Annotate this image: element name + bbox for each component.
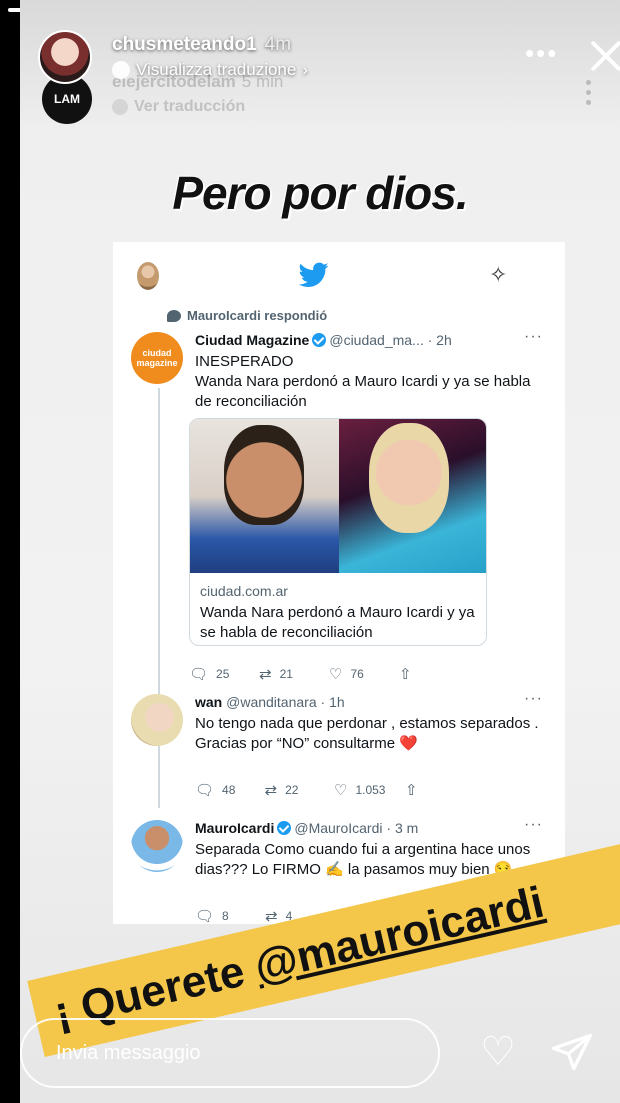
- tweet-actions: 🗨 48 ⇄ 22 ♡ 1.053 ⇧: [195, 782, 418, 799]
- story-caption: Pero por dios.: [172, 167, 468, 219]
- link-preview-card: ciudad.com.ar Wanda Nara perdonó a Mauro…: [189, 418, 487, 646]
- tweet-actions: 🗨 25 ⇄ 21 ♡ 76 ⇧: [189, 666, 412, 683]
- heart-icon: ♡: [329, 666, 343, 683]
- retweet-icon: ⇄: [264, 782, 278, 799]
- sparkle-icon: ✧: [489, 262, 508, 287]
- tweet-wanditanara: wan @wanditanara · 1h ··· No tengo nada …: [131, 690, 551, 814]
- story-author-avatar[interactable]: [38, 30, 92, 84]
- reposted-translate: Ver traducción: [112, 98, 245, 116]
- chevron-right-icon: ›: [302, 60, 309, 79]
- ciudad-magazine-avatar: ciudad magazine: [131, 332, 183, 384]
- link-image-left: [190, 419, 339, 573]
- heart-icon: ♡: [334, 782, 348, 799]
- link-image-right: [339, 419, 486, 573]
- more-icon: ···: [524, 328, 543, 345]
- tweet-header: MauroIcardi @MauroIcardi · 3 m: [195, 820, 419, 836]
- like-heart-icon[interactable]: ♡: [476, 1030, 520, 1074]
- send-icon[interactable]: [550, 1030, 594, 1074]
- reply-bubble-icon: [167, 309, 181, 322]
- retweet-icon: ⇄: [259, 666, 272, 683]
- more-icon: ···: [524, 690, 543, 707]
- globe-icon: [112, 99, 128, 115]
- retweet-icon: ⇄: [265, 908, 278, 924]
- wan-avatar: [131, 694, 183, 746]
- send-message-input[interactable]: [20, 1018, 440, 1088]
- reply-icon: 🗨: [189, 666, 209, 683]
- reposted-more-icon: [586, 80, 592, 110]
- story-frame[interactable]: LAM elejercitodelam 5 min Ver traducción …: [20, 0, 620, 1103]
- tweet-text: No tengo nada que perdonar , estamos sep…: [195, 715, 539, 752]
- replied-indicator: MauroIcardi respondió: [167, 308, 327, 323]
- reply-icon: 🗨: [195, 782, 215, 799]
- verified-icon: [312, 333, 327, 347]
- reply-icon: 🗨: [195, 908, 215, 924]
- tweet-screenshot: ✧ MauroIcardi respondió ciudad magazine …: [113, 242, 565, 924]
- more-icon: ···: [524, 816, 543, 833]
- more-options-icon[interactable]: •••: [525, 38, 558, 69]
- profile-avatar-icon: [137, 262, 159, 290]
- tweet-text: INESPERADO Wanda Nara perdonó a Mauro Ic…: [195, 353, 531, 410]
- mauroicardi-avatar: [131, 820, 183, 872]
- close-icon[interactable]: [588, 38, 620, 74]
- share-icon: ⇧: [399, 666, 412, 683]
- tweet-header: Ciudad Magazine @ciudad_ma... · 2h: [195, 332, 452, 348]
- translate-icon: [112, 61, 130, 79]
- link-domain: ciudad.com.ar: [200, 583, 288, 599]
- verified-icon: [277, 821, 292, 835]
- translate-button[interactable]: Visualizza traduzione ›: [112, 60, 308, 80]
- share-icon: ⇧: [404, 782, 418, 799]
- tweet-header: wan @wanditanara · 1h: [195, 694, 345, 710]
- story-author-username[interactable]: chusmeteando1 4m: [112, 34, 291, 56]
- link-title: Wanda Nara perdonó a Mauro Icardi y ya s…: [200, 604, 475, 641]
- twitter-bird-icon: [299, 262, 329, 287]
